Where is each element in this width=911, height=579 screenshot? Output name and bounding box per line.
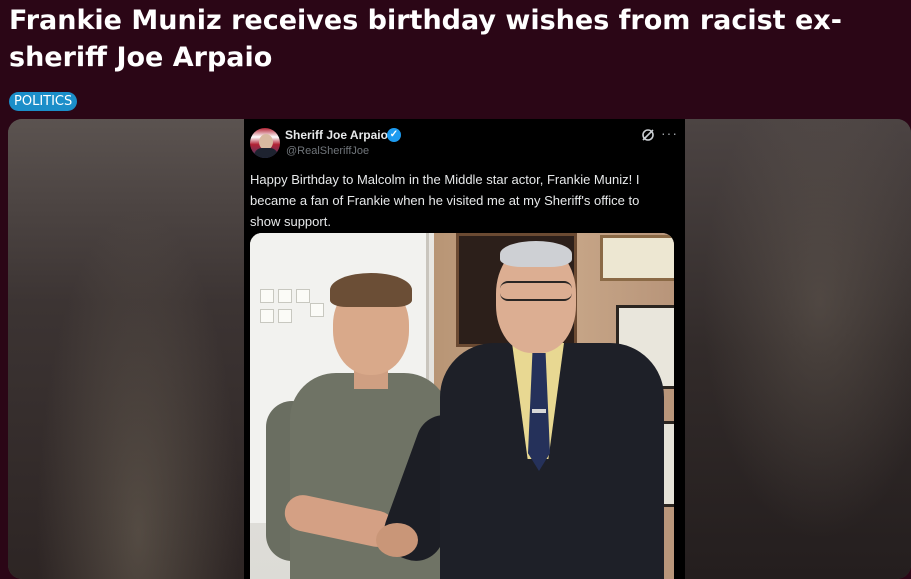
grok-icon[interactable] [640,127,656,143]
whiteboard-note [260,309,274,323]
avatar[interactable] [250,128,280,158]
tweet-author-name[interactable]: Sheriff Joe Arpaio [285,128,388,142]
whiteboard-note [310,303,324,317]
photo-wall-frame [600,235,674,281]
article-headline: Frankie Muniz receives birthday wishes f… [9,5,842,73]
whiteboard-note [296,289,310,303]
whiteboard-note [278,309,292,323]
category-tag[interactable]: POLITICS [9,92,78,111]
blurred-backdrop-right [683,119,911,579]
tweet-text: Happy Birthday to Malcolm in the Middle … [250,172,640,229]
photo-person-right-hair [500,241,572,267]
avatar-suit [254,148,278,158]
tweet-photo[interactable] [250,233,674,579]
more-options-icon[interactable]: ··· [661,125,678,141]
photo-tie-pin [532,409,546,413]
whiteboard-note [278,289,292,303]
blurred-backdrop-left [8,119,245,579]
photo-handshake [376,523,418,557]
embedded-tweet[interactable]: Sheriff Joe Arpaio ✓ @RealSheriffJoe ···… [244,119,685,579]
verified-badge-icon: ✓ [387,128,401,142]
photo-glasses [500,281,572,301]
whiteboard-note [260,289,274,303]
photo-person-left-hair [330,273,412,307]
tweet-author-handle[interactable]: @RealSheriffJoe [286,145,369,157]
